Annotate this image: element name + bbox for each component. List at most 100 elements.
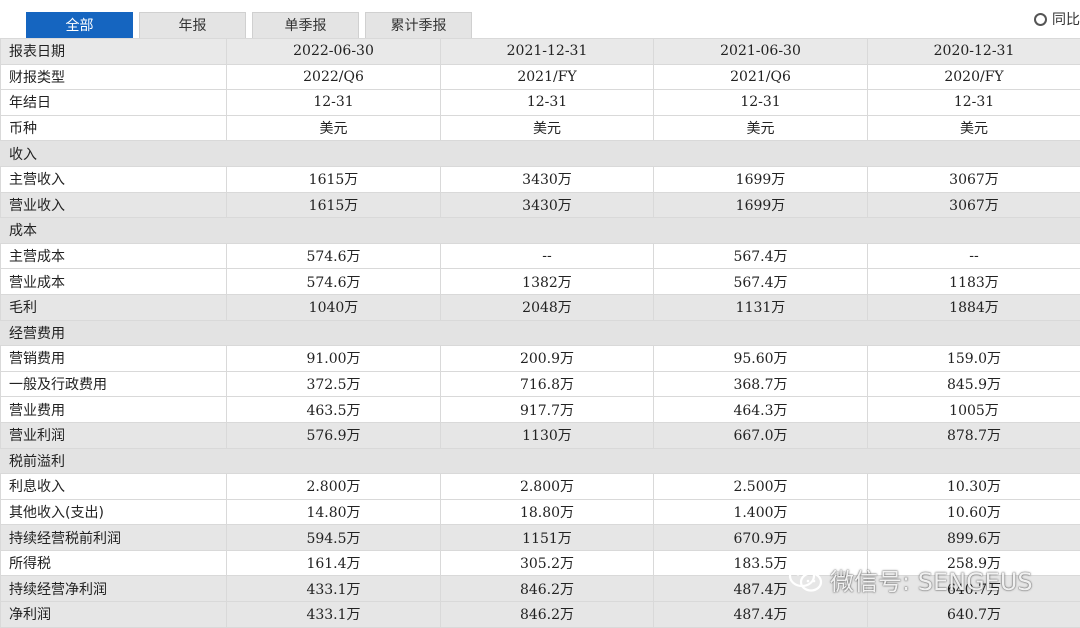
table-cell <box>654 448 868 474</box>
table-row: 一般及行政费用372.5万716.8万368.7万845.9万 <box>1 371 1080 397</box>
table-cell: 640.7万 <box>868 602 1080 628</box>
table-cell: 12-31 <box>868 90 1080 116</box>
section-row: 收入 <box>1 141 1080 167</box>
header-label: 报表日期 <box>1 39 227 65</box>
table-row: 主营成本574.6万--567.4万-- <box>1 243 1080 269</box>
table-cell <box>227 141 441 167</box>
table-cell: 95.60万 <box>654 346 868 372</box>
row-label: 营业利润 <box>1 422 227 448</box>
table-cell: 3067万 <box>868 166 1080 192</box>
table-cell: 2021/Q6 <box>654 64 868 90</box>
table-cell: 1615万 <box>227 166 441 192</box>
table-cell <box>441 320 654 346</box>
table-cell: 2.800万 <box>227 474 441 500</box>
table-cell: 846.2万 <box>441 602 654 628</box>
table-cell <box>227 218 441 244</box>
table-row: 财报类型2022/Q62021/FY2021/Q62020/FY <box>1 64 1080 90</box>
table-cell: 10.60万 <box>868 499 1080 525</box>
row-label: 税前溢利 <box>1 448 227 474</box>
section-row: 成本 <box>1 218 1080 244</box>
table-cell: 2048万 <box>441 294 654 320</box>
radio-icon[interactable] <box>1034 13 1047 26</box>
table-cell: 14.80万 <box>227 499 441 525</box>
yoy-toggle[interactable]: 同比 <box>1034 9 1080 29</box>
table-cell: 574.6万 <box>227 269 441 295</box>
table-cell: 12-31 <box>654 90 868 116</box>
table-cell: 1884万 <box>868 294 1080 320</box>
table-cell: 433.1万 <box>227 576 441 602</box>
table-header-row: 报表日期 2022-06-30 2021-12-31 2021-06-30 20… <box>1 39 1080 65</box>
table-cell <box>441 218 654 244</box>
table-cell: 1005万 <box>868 397 1080 423</box>
table-cell: 18.80万 <box>441 499 654 525</box>
tab-cumulative-quarter[interactable]: 累计季报 <box>365 12 472 38</box>
table-cell: 2.800万 <box>441 474 654 500</box>
table-cell: 2020/FY <box>868 64 1080 90</box>
table-cell: 567.4万 <box>654 269 868 295</box>
table-cell: 200.9万 <box>441 346 654 372</box>
table-cell <box>654 141 868 167</box>
table-cell: 878.7万 <box>868 422 1080 448</box>
table-cell: 1151万 <box>441 525 654 551</box>
table-cell: 1.400万 <box>654 499 868 525</box>
table-cell: 463.5万 <box>227 397 441 423</box>
table-cell: 3430万 <box>441 166 654 192</box>
table-cell: 372.5万 <box>227 371 441 397</box>
table-row: 年结日12-3112-3112-3112-31 <box>1 90 1080 116</box>
column-header: 2020-12-31 <box>868 39 1080 65</box>
table-row: 营业收入1615万3430万1699万3067万 <box>1 192 1080 218</box>
table-cell: 10.30万 <box>868 474 1080 500</box>
table-cell: 716.8万 <box>441 371 654 397</box>
table-cell: 1615万 <box>227 192 441 218</box>
column-header: 2021-12-31 <box>441 39 654 65</box>
table-cell <box>227 448 441 474</box>
tab-single-quarter[interactable]: 单季报 <box>252 12 359 38</box>
row-label: 其他收入(支出) <box>1 499 227 525</box>
row-label: 成本 <box>1 218 227 244</box>
watermark: 微信号: SENGEUS <box>788 562 1033 596</box>
table-cell: 91.00万 <box>227 346 441 372</box>
row-label: 营业收入 <box>1 192 227 218</box>
table-cell: 1699万 <box>654 166 868 192</box>
table-cell: 368.7万 <box>654 371 868 397</box>
table-cell: 3067万 <box>868 192 1080 218</box>
table-row: 持续经营税前利润594.5万1151万670.9万899.6万 <box>1 525 1080 551</box>
yoy-label: 同比 <box>1052 9 1080 29</box>
table-row: 币种美元美元美元美元 <box>1 115 1080 141</box>
table-cell <box>441 448 654 474</box>
row-label: 毛利 <box>1 294 227 320</box>
table-cell: 464.3万 <box>654 397 868 423</box>
table-cell: 3430万 <box>441 192 654 218</box>
table-cell: 1130万 <box>441 422 654 448</box>
table-cell: 161.4万 <box>227 550 441 576</box>
row-label: 利息收入 <box>1 474 227 500</box>
section-row: 税前溢利 <box>1 448 1080 474</box>
table-row: 营业费用463.5万917.7万464.3万1005万 <box>1 397 1080 423</box>
table-cell: 2021/FY <box>441 64 654 90</box>
table-cell: 美元 <box>654 115 868 141</box>
table-row: 其他收入(支出)14.80万18.80万1.400万10.60万 <box>1 499 1080 525</box>
tab-annual[interactable]: 年报 <box>139 12 246 38</box>
table-cell <box>868 320 1080 346</box>
table-cell <box>868 448 1080 474</box>
table-cell: 487.4万 <box>654 602 868 628</box>
table-cell: 917.7万 <box>441 397 654 423</box>
table-cell: 12-31 <box>441 90 654 116</box>
row-label: 所得税 <box>1 550 227 576</box>
table-cell: 美元 <box>441 115 654 141</box>
table-cell: -- <box>868 243 1080 269</box>
table-cell: 576.9万 <box>227 422 441 448</box>
table-row: 营业利润576.9万1130万667.0万878.7万 <box>1 422 1080 448</box>
watermark-text: 微信号: SENGEUS <box>830 562 1033 597</box>
column-header: 2021-06-30 <box>654 39 868 65</box>
tab-all[interactable]: 全部 <box>26 12 133 38</box>
table-row: 毛利1040万2048万1131万1884万 <box>1 294 1080 320</box>
table-cell: 574.6万 <box>227 243 441 269</box>
table-row: 营业成本574.6万1382万567.4万1183万 <box>1 269 1080 295</box>
row-label: 一般及行政费用 <box>1 371 227 397</box>
table-cell: 667.0万 <box>654 422 868 448</box>
row-label: 收入 <box>1 141 227 167</box>
row-label: 净利润 <box>1 602 227 628</box>
financial-report-table: 报表日期 2022-06-30 2021-12-31 2021-06-30 20… <box>0 38 1080 628</box>
table-cell <box>441 141 654 167</box>
